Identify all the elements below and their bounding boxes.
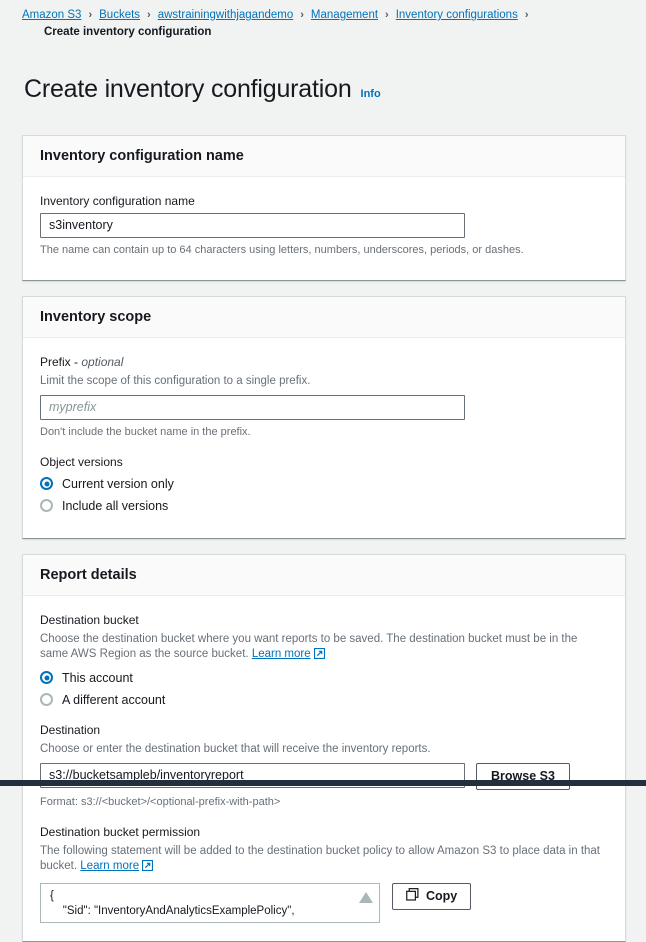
destination-bucket-permission-field: Destination bucket permission The follow… [40,824,608,923]
destination-field: Destination Choose or enter the destinat… [40,722,608,810]
object-versions-label: Object versions [40,454,123,469]
destination-bucket-permission-description: The following statement will be added to… [40,844,608,876]
breadcrumb-region: Amazon S3 › Buckets › awstrainingwithjag… [0,0,646,40]
card-header: Inventory configuration name [23,135,625,177]
radio-unselected-icon [40,693,53,706]
breadcrumb-item-inventory-configurations[interactable]: Inventory configurations [396,8,518,22]
breadcrumb-separator-icon: › [524,9,529,21]
radio-selected-icon [40,477,53,490]
radio-label: Current version only [62,476,174,491]
external-link-icon[interactable] [313,647,325,664]
destination-format-hint: Format: s3://<bucket>/<optional-prefix-w… [40,795,281,808]
radio-label: This account [62,670,133,685]
destination-bucket-field: Destination bucket Choose the destinatio… [40,612,608,708]
prefix-description: Limit the scope of this configuration to… [40,374,311,387]
destination-bucket-label: Destination bucket [40,612,139,627]
inventory-name-hint: The name can contain up to 64 characters… [40,243,524,256]
breadcrumb-separator-icon: › [385,9,389,21]
prefix-input[interactable] [40,394,465,420]
card-header: Inventory scope [23,296,625,338]
bottom-bar [0,780,646,786]
learn-more-label: Learn more [80,859,140,872]
radio-current-version-only[interactable]: Current version only [40,476,608,492]
copy-icon [406,888,419,904]
object-versions-field: Object versions Current version only Inc… [40,454,608,514]
card-body: Destination bucket Choose the destinatio… [23,596,625,941]
copy-button-label: Copy [426,889,458,903]
prefix-label: Prefix - optional [40,354,608,370]
policy-code-row: { "Sid": "InventoryAndAnalyticsExamplePo… [40,882,608,923]
learn-more-link-permission[interactable]: Learn more [80,860,139,872]
inventory-name-input[interactable] [40,212,465,238]
radio-a-different-account[interactable]: A different account [40,692,608,708]
copy-button[interactable]: Copy [392,882,472,910]
card-body: Inventory configuration name The name ca… [23,177,625,280]
object-versions-radio-group: Current version only Include all version… [40,476,608,514]
page-header: Create inventory configuration Info [0,40,646,135]
radio-label: A different account [62,692,166,707]
report-details-card: Report details Destination bucket Choose… [22,553,626,942]
section-heading-name: Inventory configuration name [40,147,244,164]
policy-code-text: { "Sid": "InventoryAndAnalyticsExamplePo… [50,889,295,917]
breadcrumb-current-page: Create inventory configuration [44,26,212,38]
prefix-label-text: Prefix - [40,354,82,369]
info-link[interactable]: Info [361,88,381,100]
prefix-label-optional: optional [81,354,124,369]
radio-include-all-versions[interactable]: Include all versions [40,498,608,514]
breadcrumb-item-bucket-name[interactable]: awstrainingwithjagandemo [158,8,294,22]
section-heading-scope: Inventory scope [40,308,152,325]
radio-this-account[interactable]: This account [40,670,608,686]
section-heading-report: Report details [40,566,137,583]
radio-selected-icon [40,671,53,684]
breadcrumb-item-buckets[interactable]: Buckets [99,8,140,22]
destination-description: Choose or enter the destination bucket t… [40,742,431,755]
inventory-name-label: Inventory configuration name [40,193,195,208]
inventory-configuration-name-card: Inventory configuration name Inventory c… [22,134,626,281]
page-title: Create inventory configuration [24,74,352,103]
breadcrumb-item-management[interactable]: Management [311,8,378,22]
inventory-name-field: Inventory configuration name The name ca… [40,193,608,258]
breadcrumb-separator-icon: › [300,9,304,21]
account-radio-group: This account A different account [40,670,608,708]
learn-more-label: Learn more [251,647,311,660]
policy-code-block[interactable]: { "Sid": "InventoryAndAnalyticsExamplePo… [40,882,380,923]
radio-label: Include all versions [62,498,169,513]
breadcrumb: Amazon S3 › Buckets › awstrainingwithjag… [22,8,646,22]
learn-more-link-destination-bucket[interactable]: Learn more [252,648,311,660]
card-body: Prefix - optional Limit the scope of thi… [23,338,625,538]
destination-label: Destination [40,722,101,737]
breadcrumb-separator-icon: › [88,9,93,21]
radio-unselected-icon [40,499,53,512]
destination-bucket-description: Choose the destination bucket where you … [40,632,608,664]
prefix-hint: Don't include the bucket name in the pre… [40,425,251,438]
prefix-field: Prefix - optional Limit the scope of thi… [40,354,608,440]
breadcrumb-item-amazon-s3[interactable]: Amazon S3 [22,8,81,22]
card-header: Report details [23,554,625,596]
inventory-scope-card: Inventory scope Prefix - optional Limit … [22,295,626,539]
external-link-icon[interactable] [141,859,154,876]
breadcrumb-separator-icon: › [147,9,151,21]
destination-bucket-permission-label: Destination bucket permission [40,824,201,839]
scroll-up-arrow-icon[interactable] [359,891,373,903]
